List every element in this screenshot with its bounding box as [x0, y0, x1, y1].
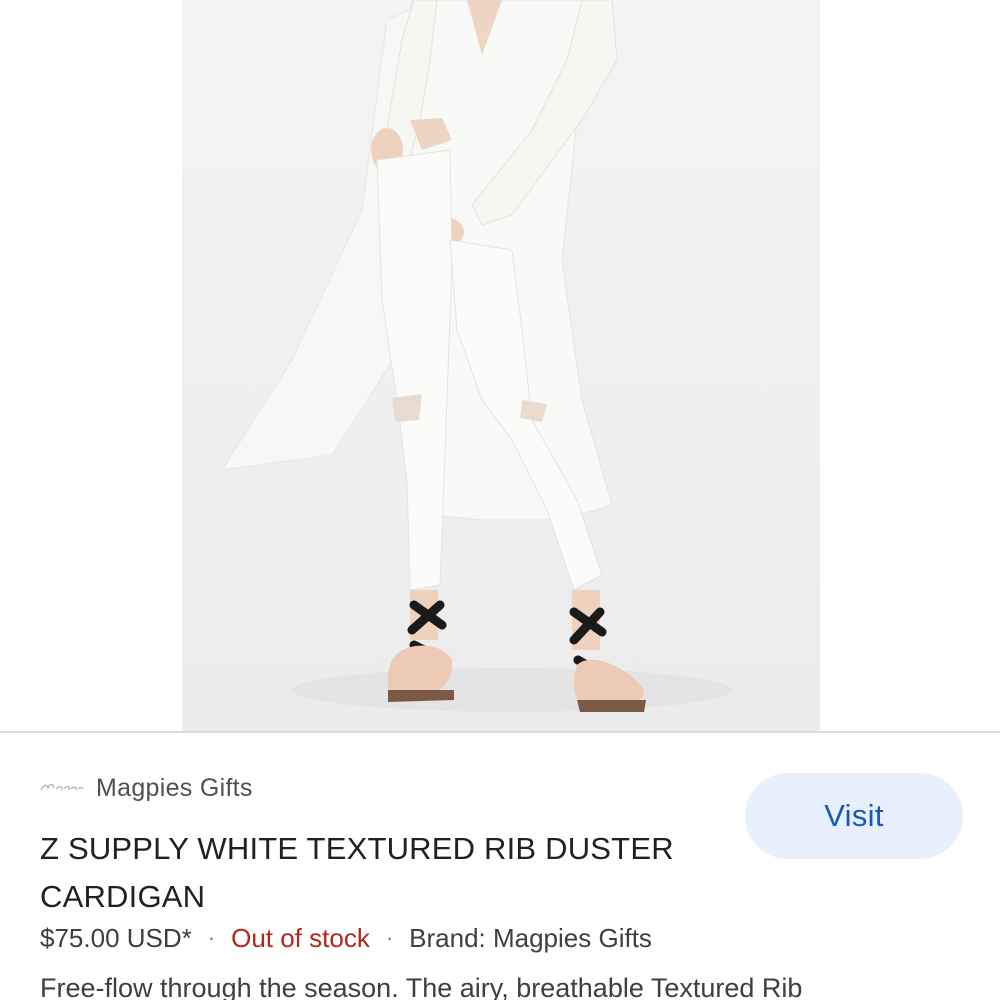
visit-button[interactable]: Visit: [745, 773, 963, 859]
product-meta-row: $75.00 USD* · Out of stock · Brand: Magp…: [40, 918, 652, 958]
merchant-logo: [40, 781, 84, 795]
product-image-area[interactable]: [0, 0, 1000, 731]
product-image[interactable]: [182, 0, 820, 731]
stock-status: Out of stock: [231, 922, 370, 953]
merchant-row[interactable]: Magpies Gifts: [40, 771, 253, 805]
meta-separator: ·: [207, 925, 216, 950]
product-brand: Brand: Magpies Gifts: [409, 922, 652, 953]
product-photo-illustration: [182, 0, 820, 731]
product-description: Free-flow through the season. The airy, …: [40, 973, 803, 1000]
shopping-result-page: Magpies Gifts Visit Z SUPPLY WHITE TEXTU…: [0, 0, 1000, 1000]
product-price: $75.00 USD*: [40, 922, 192, 953]
merchant-logo-icon: [40, 783, 84, 791]
product-title[interactable]: Z SUPPLY WHITE TEXTURED RIB DUSTER CARDI…: [40, 825, 730, 921]
merchant-name[interactable]: Magpies Gifts: [96, 774, 253, 803]
meta-separator: ·: [385, 925, 394, 950]
product-info-panel: Magpies Gifts Visit Z SUPPLY WHITE TEXTU…: [0, 733, 1000, 1000]
